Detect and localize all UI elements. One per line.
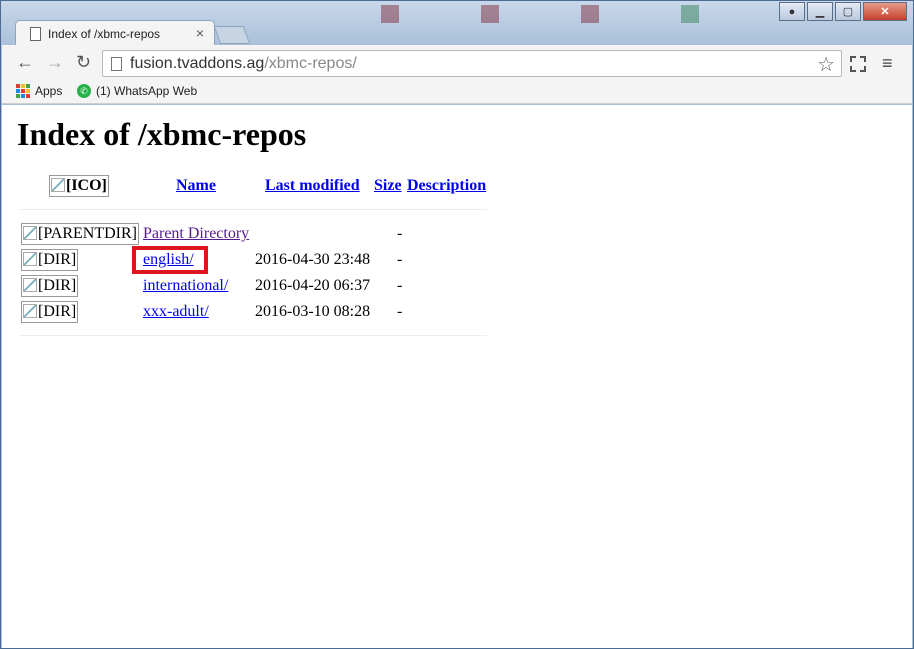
back-button[interactable]: ← [16,53,34,71]
close-icon[interactable]: × [196,25,204,41]
column-header-name[interactable]: Name [176,177,216,195]
header-icon-alt: [ICO] [66,177,107,194]
broken-image-icon [23,278,37,292]
column-header-last-modified[interactable]: Last modified [265,177,360,195]
dir-icon-image: [DIR] [21,249,79,271]
column-header-size[interactable]: Size [374,177,402,195]
row-modified: 2016-03-10 08:28 [255,303,371,320]
divider [20,209,487,210]
broken-image-icon [51,178,65,192]
link-xxx-adult[interactable]: xxx-adult/ [143,303,209,321]
page-icon [30,27,41,41]
broken-image-icon [23,252,37,266]
window-close-button[interactable]: ✕ [863,2,907,21]
broken-image-icon [23,304,37,318]
bg-tab-favicon[interactable] [681,5,699,23]
url-path: /xbmc-repos/ [264,55,357,72]
header-icon-image: [ICO] [49,175,109,197]
browser-window: Index of /xbmc-repos × ● ▁ ▢ ✕ ← → ↻ fus… [0,0,914,649]
bookmark-apps[interactable]: Apps [16,84,62,98]
row-icon-alt: [DIR] [38,251,77,268]
apps-grid-icon [16,84,30,98]
tab-title: Index of /xbmc-repos [48,27,161,41]
minimize-button[interactable]: ▁ [807,2,833,21]
screenshot-extension-icon[interactable] [850,56,866,72]
bookmark-star-icon[interactable]: ☆ [817,52,835,77]
page-info-icon[interactable] [111,57,122,71]
bookmark-label: Apps [35,84,63,98]
user-icon[interactable]: ● [779,2,805,21]
toolbar: ← → ↻ fusion.tvaddons.ag/xbmc-repos/ ☆ ≡ [2,45,912,81]
row-icon-alt: [PARENTDIR] [38,225,137,242]
broken-image-icon [23,226,37,240]
row-size: - [397,277,403,294]
row-size: - [397,225,403,242]
url-host: fusion.tvaddons.ag [130,55,265,72]
new-tab-button[interactable] [213,26,251,44]
highlight-box [132,246,208,274]
row-modified: 2016-04-30 23:48 [255,251,371,268]
divider [20,335,487,336]
dir-icon-image: [DIR] [21,275,79,297]
page-title: Index of /xbmc-repos [17,116,307,152]
background-tabs [361,3,771,23]
row-icon-alt: [DIR] [38,303,77,320]
column-header-description[interactable]: Description [407,177,486,195]
page-content: Index of /xbmc-repos [ICO] Name Last mod… [2,105,912,648]
dir-icon-image: [DIR] [21,301,79,323]
bookmark-whatsapp[interactable]: ✆ (1) WhatsApp Web [77,84,197,98]
parentdir-icon-image: [PARENTDIR] [21,223,139,245]
link-international[interactable]: international/ [143,277,228,295]
row-size: - [397,303,403,320]
title-bar: Index of /xbmc-repos × ● ▁ ▢ ✕ [1,1,913,46]
maximize-button[interactable]: ▢ [835,2,861,21]
link-parent-directory[interactable]: Parent Directory [143,225,249,243]
bg-tab-favicon[interactable] [581,5,599,23]
row-size: - [397,251,403,268]
tab-active[interactable]: Index of /xbmc-repos × [15,20,215,46]
menu-icon[interactable]: ≡ [882,53,893,74]
reload-button[interactable]: ↻ [76,53,91,71]
url-text[interactable]: fusion.tvaddons.ag/xbmc-repos/ [130,55,357,73]
whatsapp-icon: ✆ [77,84,91,98]
forward-button[interactable]: → [46,53,64,71]
address-bar[interactable]: fusion.tvaddons.ag/xbmc-repos/ ☆ [102,50,842,77]
bg-tab-favicon[interactable] [481,5,499,23]
bookmark-label: (1) WhatsApp Web [96,84,198,98]
bg-tab-favicon[interactable] [381,5,399,23]
row-modified: 2016-04-20 06:37 [255,277,371,294]
bookmarks-bar: Apps ✆ (1) WhatsApp Web [2,81,912,104]
window-controls: ● ▁ ▢ ✕ [779,2,907,22]
row-icon-alt: [DIR] [38,277,77,294]
